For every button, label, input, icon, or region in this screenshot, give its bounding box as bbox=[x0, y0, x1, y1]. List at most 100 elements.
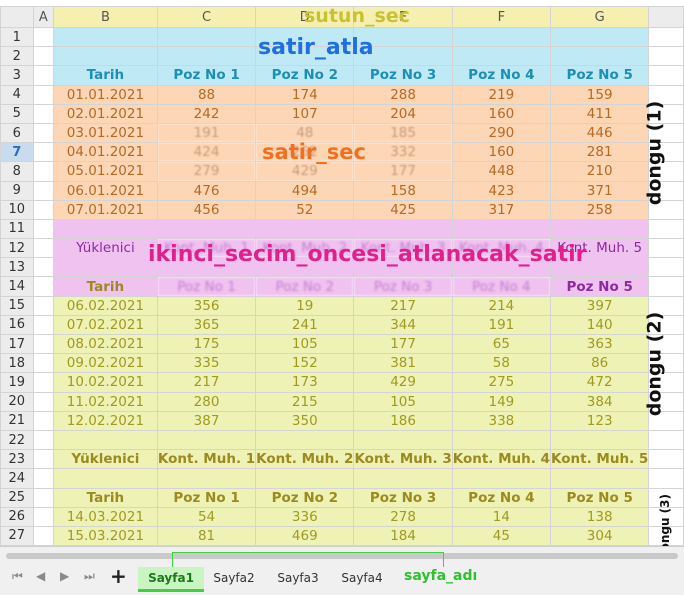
cell-a14[interactable] bbox=[32, 276, 54, 297]
cell-b27[interactable]: 15.03.2021 bbox=[52, 525, 158, 546]
cell-f23[interactable]: Kont. Muh. 4 bbox=[451, 449, 552, 470]
cell-a19[interactable] bbox=[32, 372, 54, 393]
cell-b2[interactable] bbox=[52, 46, 158, 67]
row-header-6[interactable]: 6 bbox=[0, 122, 34, 144]
cell-a10[interactable] bbox=[32, 199, 54, 220]
cell-e9[interactable]: 158 bbox=[353, 180, 453, 201]
column-header-h[interactable] bbox=[648, 6, 684, 28]
cell-d16[interactable]: 241 bbox=[255, 314, 355, 336]
cell-f17[interactable]: 65 bbox=[451, 333, 552, 355]
cell-h22[interactable] bbox=[648, 429, 684, 451]
cell-b20[interactable]: 11.02.2021 bbox=[52, 391, 158, 412]
row-header-10[interactable]: 10 bbox=[0, 199, 34, 220]
row-header-18[interactable]: 18 bbox=[0, 353, 34, 374]
cell-d22[interactable] bbox=[255, 429, 355, 451]
cell-g2[interactable] bbox=[550, 46, 650, 67]
cell-d8[interactable]: 429 bbox=[255, 161, 355, 182]
cell-d25[interactable]: Poz No 2 bbox=[255, 487, 355, 508]
cell-c21[interactable]: 387 bbox=[156, 410, 257, 431]
cell-a12[interactable] bbox=[32, 238, 54, 259]
cell-f26[interactable]: 14 bbox=[451, 506, 552, 527]
row-header-19[interactable]: 19 bbox=[0, 372, 34, 393]
column-header-c[interactable]: C bbox=[156, 6, 257, 28]
row-header-24[interactable]: 24 bbox=[0, 468, 34, 489]
cell-e16[interactable]: 344 bbox=[353, 314, 453, 336]
cell-e3[interactable]: Poz No 3 bbox=[353, 65, 453, 86]
row-header-27[interactable]: 27 bbox=[0, 525, 34, 546]
last-sheet-icon[interactable]: ⏭ bbox=[84, 569, 95, 584]
cell-c6[interactable]: 191 bbox=[156, 122, 257, 144]
cell-a13[interactable] bbox=[32, 257, 54, 278]
cell-g7[interactable]: 281 bbox=[550, 142, 650, 163]
cell-f27[interactable]: 45 bbox=[451, 525, 552, 546]
cell-c8[interactable]: 279 bbox=[156, 161, 257, 182]
cell-g16[interactable]: 140 bbox=[550, 314, 650, 336]
cell-b12[interactable]: Yüklenici bbox=[52, 238, 158, 259]
previous-sheet-icon[interactable]: ◀ bbox=[36, 569, 45, 583]
cell-g20[interactable]: 384 bbox=[550, 391, 650, 412]
cell-a22[interactable] bbox=[32, 429, 54, 451]
cell-e26[interactable]: 278 bbox=[353, 506, 453, 527]
row-header-17[interactable]: 17 bbox=[0, 333, 34, 355]
cell-a4[interactable] bbox=[32, 84, 54, 105]
cell-h1[interactable] bbox=[648, 26, 684, 48]
cell-g14[interactable]: Poz No 5 bbox=[550, 276, 650, 297]
cell-g15[interactable]: 397 bbox=[550, 295, 650, 316]
cell-c5[interactable]: 242 bbox=[156, 103, 257, 124]
cell-c9[interactable]: 476 bbox=[156, 180, 257, 201]
cell-e23[interactable]: Kont. Muh. 3 bbox=[353, 449, 453, 470]
row-header-25[interactable]: 25 bbox=[0, 487, 34, 508]
cell-g6[interactable]: 446 bbox=[550, 122, 650, 144]
cell-e5[interactable]: 204 bbox=[353, 103, 453, 124]
row-header-3[interactable]: 3 bbox=[0, 65, 34, 86]
cell-f6[interactable]: 290 bbox=[451, 122, 552, 144]
cell-c16[interactable]: 365 bbox=[156, 314, 257, 336]
cell-g23[interactable]: Kont. Muh. 5 bbox=[550, 449, 650, 470]
cell-c27[interactable]: 81 bbox=[156, 525, 257, 546]
next-sheet-icon[interactable]: ▶ bbox=[60, 569, 69, 583]
cell-f11[interactable] bbox=[451, 218, 552, 240]
cell-d24[interactable] bbox=[255, 468, 355, 489]
cell-c7[interactable]: 424 bbox=[156, 142, 257, 163]
cell-g25[interactable]: Poz No 5 bbox=[550, 487, 650, 508]
cell-g10[interactable]: 258 bbox=[550, 199, 650, 220]
cell-b15[interactable]: 06.02.2021 bbox=[52, 295, 158, 316]
cell-e27[interactable]: 184 bbox=[353, 525, 453, 546]
cell-f1[interactable] bbox=[451, 26, 552, 48]
cell-b22[interactable] bbox=[52, 429, 158, 451]
cell-c1[interactable] bbox=[156, 26, 257, 48]
cell-e4[interactable]: 288 bbox=[353, 84, 453, 105]
spreadsheet-area[interactable]: A B C D E F G 1 2 3 Tarih Poz No 1 Poz No 2 Poz No 3P… bbox=[0, 0, 684, 546]
row-header-15[interactable]: 15 bbox=[0, 295, 34, 316]
cell-d5[interactable]: 107 bbox=[255, 103, 355, 124]
cell-c24[interactable] bbox=[156, 468, 257, 489]
cell-a20[interactable] bbox=[32, 391, 54, 412]
cell-d4[interactable]: 174 bbox=[255, 84, 355, 105]
cell-e15[interactable]: 217 bbox=[353, 295, 453, 316]
cell-a24[interactable] bbox=[32, 468, 54, 489]
row-header-23[interactable]: 23 bbox=[0, 449, 34, 470]
cell-h13[interactable] bbox=[648, 257, 684, 278]
cell-f25[interactable]: Poz No 4 bbox=[451, 487, 552, 508]
cell-e17[interactable]: 177 bbox=[353, 333, 453, 355]
cell-c25[interactable]: Poz No 1 bbox=[156, 487, 257, 508]
cell-a5[interactable] bbox=[32, 103, 54, 124]
cell-g9[interactable]: 371 bbox=[550, 180, 650, 201]
cell-h2[interactable] bbox=[648, 46, 684, 67]
cell-c15[interactable]: 356 bbox=[156, 295, 257, 316]
cell-h14[interactable] bbox=[648, 276, 684, 297]
cell-b26[interactable]: 14.03.2021 bbox=[52, 506, 158, 527]
cell-g11[interactable] bbox=[550, 218, 650, 240]
cell-c14[interactable]: Poz No 1 bbox=[156, 276, 257, 297]
cell-a6[interactable] bbox=[32, 122, 54, 144]
column-header-f[interactable]: F bbox=[451, 6, 552, 28]
cell-a18[interactable] bbox=[32, 353, 54, 374]
cell-e18[interactable]: 381 bbox=[353, 353, 453, 374]
cell-g22[interactable] bbox=[550, 429, 650, 451]
row-header-16[interactable]: 16 bbox=[0, 314, 34, 336]
cell-d14[interactable]: Poz No 2 bbox=[255, 276, 355, 297]
cell-b3[interactable]: Tarih bbox=[52, 65, 158, 86]
cell-f9[interactable]: 423 bbox=[451, 180, 552, 201]
tab-sayfa4[interactable]: Sayfa4 bbox=[336, 567, 388, 589]
first-sheet-icon[interactable]: ⏮ bbox=[12, 569, 23, 584]
